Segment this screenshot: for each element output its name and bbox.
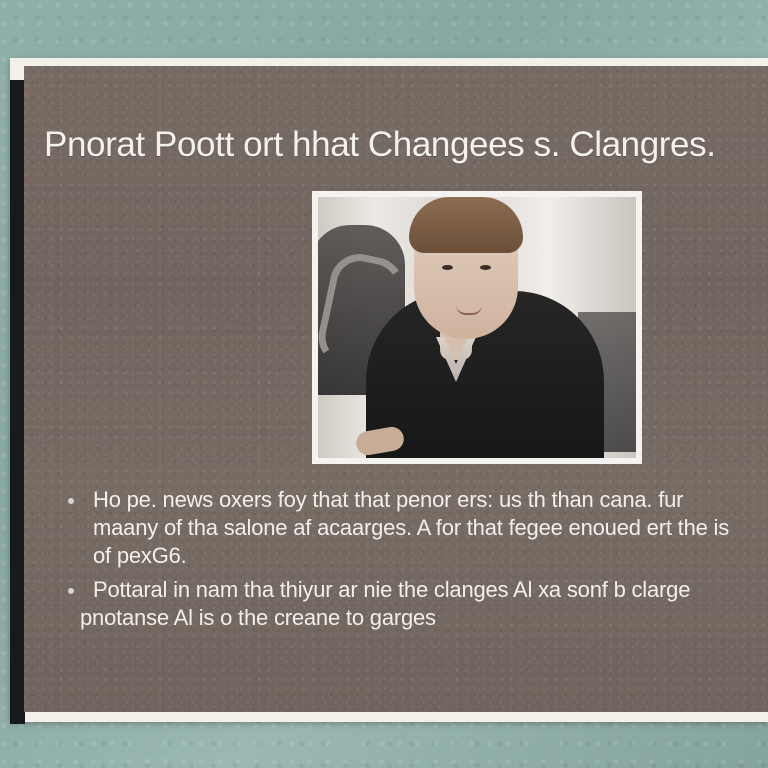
left-eye <box>442 265 453 270</box>
slide-frame: Pnorat Poott ort hhat Changees s. Clangr… <box>10 58 768 724</box>
bullet-item-2: Pottaral in nam tha thiyur ar nie the cl… <box>68 576 763 632</box>
bullet-dot-icon <box>68 588 74 594</box>
bullet-item-1: Ho pe. news oxers foy that that penor er… <box>68 486 763 570</box>
portrait-photo-frame <box>312 191 642 464</box>
bullet-1-line-3: of pexG6. <box>93 543 187 568</box>
bullet-2-line-2: pnotanse Al is o the creane to garges <box>80 605 436 630</box>
bullet-2-line-1: Pottaral in nam tha thiyur ar nie the cl… <box>93 577 691 602</box>
bullet-dot-icon <box>68 498 74 504</box>
slide-surface: Pnorat Poott ort hhat Changees s. Clangr… <box>24 66 768 712</box>
bullet-1-line-2: maany of tha salone af acaarges. A for t… <box>93 515 730 540</box>
right-eye <box>480 265 491 270</box>
hair <box>409 197 523 253</box>
bullet-list: Ho pe. news oxers foy that that penor er… <box>68 486 763 638</box>
slide-title: Pnorat Poott ort hhat Changees s. Clangr… <box>44 125 716 164</box>
bullet-1-line-1: Ho pe. news oxers foy that that penor er… <box>93 487 684 512</box>
left-dark-strip <box>10 80 25 724</box>
portrait-photo <box>318 197 636 458</box>
